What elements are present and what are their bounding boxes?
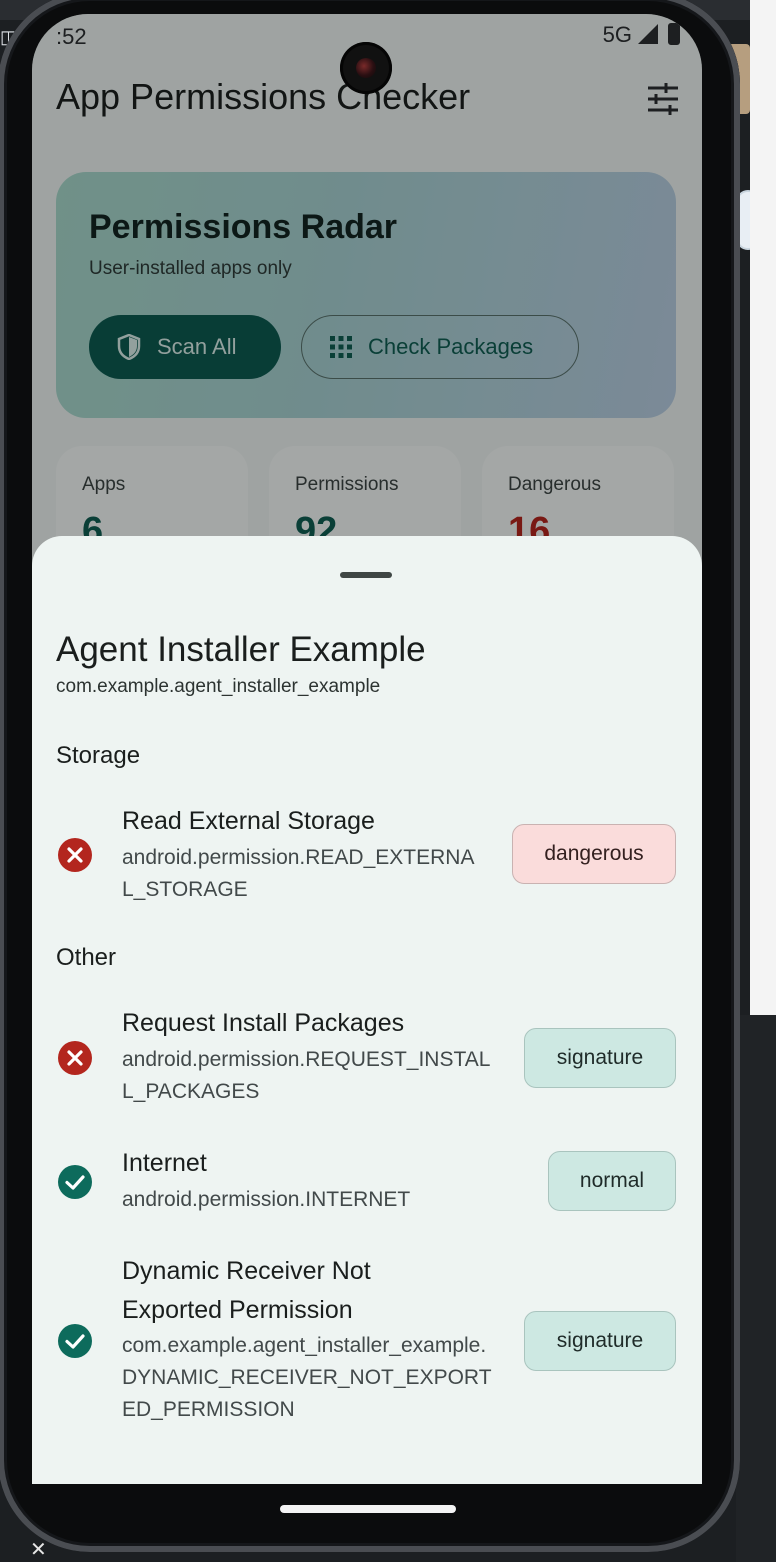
phone-screen: :52 5G App Permissions Checker Permissio… [32,14,702,1484]
sheet-app-name: Agent Installer Example [56,630,426,669]
permission-identifier: com.example.agent_installer_example.DYNA… [122,1334,492,1421]
protection-badge: signature [524,1311,676,1371]
permission-row[interactable]: Read External Storage android.permission… [32,802,702,912]
granted-check-icon [58,1165,92,1199]
camera-cutout [340,42,392,94]
sheet-package-name: com.example.agent_installer_example [56,676,381,697]
section-heading-other: Other [56,944,117,971]
permission-identifier: android.permission.INTERNET [122,1188,411,1211]
permission-row[interactable]: Internet android.permission.INTERNET nor… [32,1144,702,1224]
protection-badge: dangerous [512,824,676,884]
granted-check-icon [58,1324,92,1358]
permission-identifier: android.permission.READ_EXTERNAL_STORAGE [122,846,475,901]
protection-badge: normal [548,1151,676,1211]
phone-frame: :52 5G App Permissions Checker Permissio… [0,0,740,1552]
home-indicator[interactable] [280,1505,456,1513]
permission-row[interactable]: Dynamic Receiver Not Exported Permission… [32,1252,702,1432]
permission-title: Read External Storage [122,807,375,835]
permissions-bottom-sheet: Agent Installer Example com.example.agen… [32,536,702,1484]
permission-title: Dynamic Receiver Not Exported Permission [122,1257,371,1324]
desktop-editor-edge [736,1015,776,1562]
drag-handle[interactable] [340,572,392,578]
denied-icon [58,1041,92,1075]
permission-title: Internet [122,1149,207,1177]
permission-title: Request Install Packages [122,1009,405,1037]
close-icon[interactable]: ✕ [30,1540,47,1560]
denied-icon [58,838,92,872]
section-heading-storage: Storage [56,742,141,769]
desktop-window-edge [750,0,776,1015]
protection-badge: signature [524,1028,676,1088]
permission-row[interactable]: Request Install Packages android.permiss… [32,1004,702,1114]
permission-identifier: android.permission.REQUEST_INSTALL_PACKA… [122,1048,491,1103]
